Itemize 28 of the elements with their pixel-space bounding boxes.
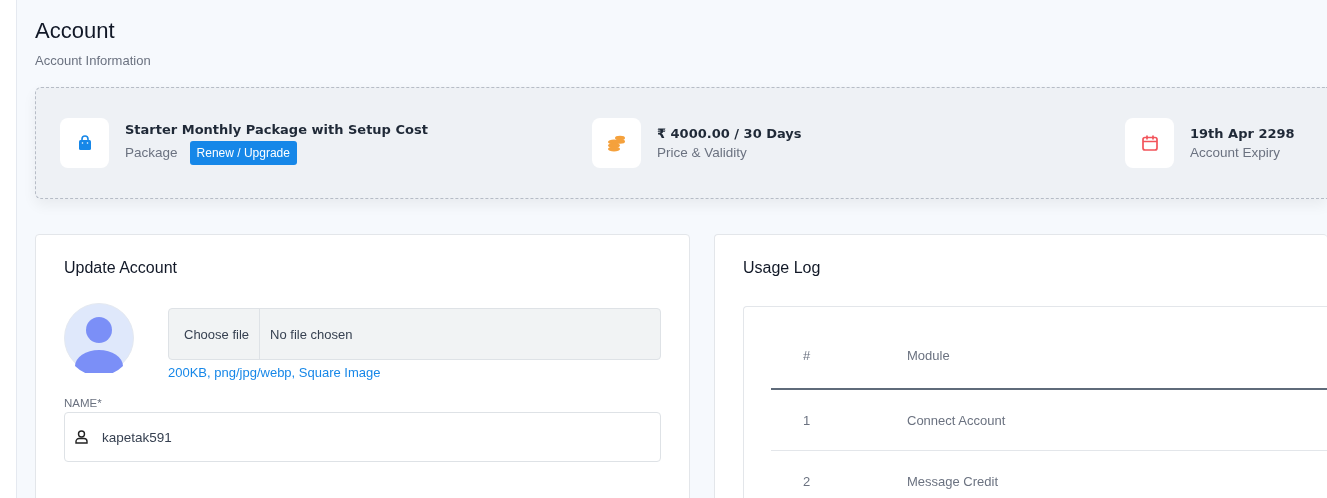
card-title: Usage Log <box>743 259 822 277</box>
choose-file-button[interactable]: Choose file <box>169 309 261 359</box>
summary-value: 19th Apr 2298 <box>1190 126 1295 141</box>
file-hint: 200KB, png/jpg/webp, Square Image <box>168 365 382 380</box>
file-input[interactable]: Choose file No file chosen <box>168 308 661 360</box>
summary-label: Package <box>125 145 178 160</box>
calendar-icon <box>1140 134 1159 152</box>
field-label: NAME* <box>64 397 103 409</box>
page-subtitle: Account Information <box>35 53 152 68</box>
column-header: Module <box>906 323 1208 389</box>
renew-upgrade-button[interactable]: Renew / Upgrade <box>189 140 297 165</box>
coins-icon <box>606 134 627 152</box>
table-cell: 1 <box>771 389 906 451</box>
name-input-field[interactable]: kapetak591 <box>64 412 661 462</box>
column-header: # <box>771 323 906 389</box>
avatar-icon <box>64 303 134 373</box>
table-cell: Connect Account <box>906 389 1208 451</box>
table-cell: 2 <box>771 450 906 498</box>
name-value: kapetak591 <box>102 429 172 445</box>
card-title: Update Account <box>64 259 178 277</box>
file-status: No file chosen <box>269 325 353 344</box>
summary-value: Starter Monthly Package with Setup Cost <box>125 121 428 137</box>
summary-label: Price & Validity <box>657 145 747 160</box>
summary-value: ₹ 4000.00 / 30 Days <box>657 126 802 141</box>
table-cell: Message Credit <box>906 450 1208 498</box>
page-title: Account <box>35 18 116 44</box>
user-icon <box>75 430 88 444</box>
summary-label: Account Expiry <box>1190 145 1281 160</box>
